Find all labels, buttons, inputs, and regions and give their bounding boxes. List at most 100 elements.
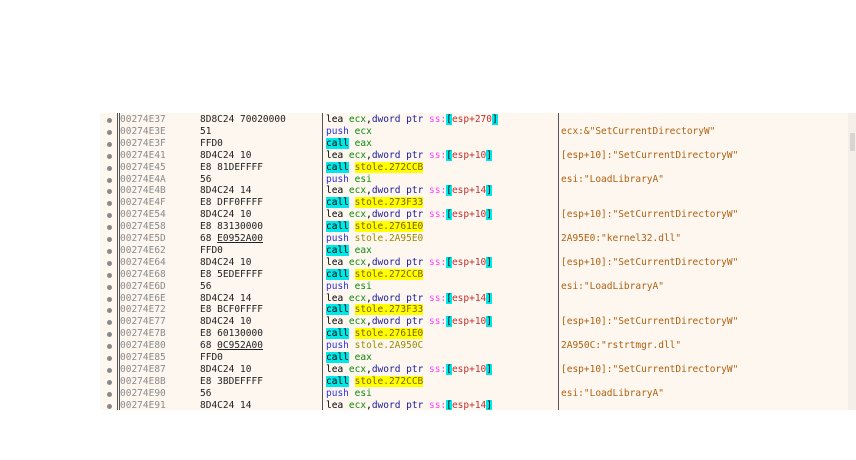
token-bracket: ] [486,149,492,161]
breakpoint-dot-icon[interactable] [107,129,112,135]
instruction-bytes: 68 E0952A00 [200,233,263,245]
token-offset: esp+10 [451,363,487,375]
bytes-text: 56 [200,387,212,399]
breakpoint-dot-icon[interactable] [107,367,112,373]
breakpoint-dot-icon[interactable] [107,344,112,350]
token-offset: esp+14 [451,185,487,197]
token-register: ecx [348,149,367,161]
instruction-row[interactable]: 00274E3E 51 push ecx ecx:&"SetCurrentDirect… [100,126,840,138]
token-label[interactable]: stole.272CCB [354,268,424,280]
token-address[interactable]: stole.2A95E0 [355,233,424,244]
address: 00274E72 [120,304,166,316]
breakpoint-dot-icon[interactable] [107,332,112,338]
token-mnemonic: lea [326,292,344,304]
token-address[interactable]: stole.2A950C [355,340,424,351]
vertical-scrollbar[interactable] [848,113,856,410]
instruction-row[interactable]: 00274E6E 8D4C24 14 lea ecx,dword ptr ss:[e… [100,292,840,305]
token-bracket: ] [486,256,492,268]
instruction-row[interactable]: 00274E6D 56 push esi esi:"LoadLibraryA" [100,281,840,293]
breakpoint-dot-icon[interactable] [107,165,112,171]
instruction-row[interactable]: 00274E5D 68 E0952A00 push stole.2A95E0 2A95… [100,233,840,245]
breakpoint-dot-icon[interactable] [107,248,112,254]
token-register: ecx [348,114,367,125]
instruction-row[interactable]: 00274E37 8D8C24 70020000 lea ecx,dword ptr… [100,114,840,126]
instruction-bytes: 8D4C24 14 [200,400,251,410]
breakpoint-dot-icon[interactable] [107,213,112,219]
address: 00274E80 [120,340,166,352]
token-label[interactable]: stole.273F33 [354,197,424,209]
breakpoint-dot-icon[interactable] [107,189,112,195]
disassembly-view[interactable]: 00274E37 8D8C24 70020000 lea ecx,dword ptr… [100,113,856,410]
address: 00274E45 [120,161,166,173]
instruction-row[interactable]: 00274E4F E8 DFF0FFFF call stole.273F33 [100,197,840,209]
scrollbar-thumb[interactable] [850,133,855,151]
breakpoint-dot-icon[interactable] [107,260,112,266]
instruction-row[interactable]: 00274E62 FFD0 call eax [100,244,840,257]
instruction-bytes: 8D4C24 10 [200,316,251,328]
breakpoint-dot-icon[interactable] [107,201,112,207]
comment: [esp+10]:"SetCurrentDirectoryW" [561,363,739,375]
token-label[interactable]: stole.2761E0 [354,221,424,233]
token-label[interactable]: stole.272CCB [354,161,424,173]
token-bracket: ] [486,363,492,375]
instruction-row[interactable]: 00274E72 E8 BCF0FFFF call stole.273F33 [100,304,840,316]
token-bracket: ] [486,292,492,304]
instruction-row[interactable]: 00274E68 E8 5EDEFFFF call stole.272CCB [100,268,840,281]
breakpoint-dot-icon[interactable] [107,118,112,123]
comment: ecx:&"SetCurrentDirectoryW" [561,125,716,137]
address: 00274E4B [120,185,166,197]
breakpoint-dot-icon[interactable] [107,391,112,397]
address: 00274E62 [120,244,166,256]
bytes-text: FFD0 [200,352,223,363]
breakpoint-dot-icon[interactable] [107,296,112,302]
breakpoint-dot-icon[interactable] [107,177,112,183]
breakpoint-dot-icon[interactable] [107,320,112,326]
instruction-bytes: E8 5EDEFFFF [200,269,263,281]
breakpoint-dot-icon[interactable] [107,379,112,385]
token-label[interactable]: stole.272CCB [354,375,424,387]
instruction-row[interactable]: 00274E45 E8 81DEFFFF call stole.272CCB [100,161,840,174]
breakpoint-dot-icon[interactable] [107,153,112,159]
breakpoint-dot-icon[interactable] [107,141,112,147]
token-call: call [326,375,349,387]
instruction-row[interactable]: 00274E8B E8 3BDEFFFF call stole.272CCB [100,375,840,388]
token-label[interactable]: stole.2761E0 [354,328,424,340]
disassembly: push esi [326,388,372,400]
instruction-row[interactable]: 00274E7B E8 60130000 call stole.2761E0 [100,328,840,340]
bytes-text: 56 [200,173,212,185]
instruction-row[interactable]: 00274E77 8D4C24 10 lea ecx,dword ptr ss:[e… [100,316,840,328]
instruction-row[interactable]: 00274E3F FFD0 call eax [100,137,840,150]
breakpoint-dot-icon[interactable] [107,356,112,361]
instruction-row[interactable]: 00274E80 68 0C952A00 push stole.2A950C 2A95… [100,340,840,352]
breakpoint-dot-icon[interactable] [107,272,112,278]
instruction-row[interactable]: 00274E87 8D4C24 10 lea ecx,dword ptr ss:[e… [100,363,840,376]
disassembly: lea ecx,dword ptr ss:[esp+10] [326,149,492,162]
instruction-row[interactable]: 00274E64 8D4C24 10 lea ecx,dword ptr ss:[e… [100,256,840,269]
bytes-text: 8D4C24 14 [200,399,252,410]
breakpoint-dot-icon[interactable] [107,403,112,409]
address: 00274E8B [120,375,166,387]
instruction-bytes: E8 BCF0FFFF [200,304,263,316]
breakpoint-dot-icon[interactable] [107,237,112,242]
breakpoint-dot-icon[interactable] [107,225,112,231]
bytes-text: E8 3BDEFFFF [200,375,263,387]
instruction-row[interactable]: 00274E4B 8D4C24 14 lea ecx,dword ptr ss:[e… [100,185,840,197]
token-mnemonic: lea [326,149,344,161]
bytes-text: 8D4C24 10 [200,209,252,221]
instruction-row[interactable]: 00274E54 8D4C24 10 lea ecx,dword ptr ss:[e… [100,209,840,221]
instruction-row[interactable]: 00274E91 8D4C24 14 lea ecx,dword ptr ss:[e… [100,399,840,410]
bytes-text: 8D4C24 14 [200,185,252,197]
instruction-row[interactable]: 00274E90 56 push esi esi:"LoadLibraryA" [100,388,840,400]
breakpoint-dot-icon[interactable] [107,284,112,290]
disassembly: push stole.2A95E0 [326,233,423,245]
token-register: esi [354,173,372,185]
instruction-row[interactable]: 00274E4A 56 push esi esi:"LoadLibraryA" [100,174,840,186]
token-label[interactable]: stole.273F33 [354,304,424,316]
instruction-bytes: 56 [200,281,211,293]
instruction-row[interactable]: 00274E58 E8 83130000 call stole.2761E0 [100,221,840,233]
instruction-row[interactable]: 00274E85 FFD0 call eax [100,352,840,364]
breakpoint-dot-icon[interactable] [107,308,112,314]
instruction-row[interactable]: 00274E41 8D4C24 10 lea ecx,dword ptr ss:[e… [100,149,840,162]
